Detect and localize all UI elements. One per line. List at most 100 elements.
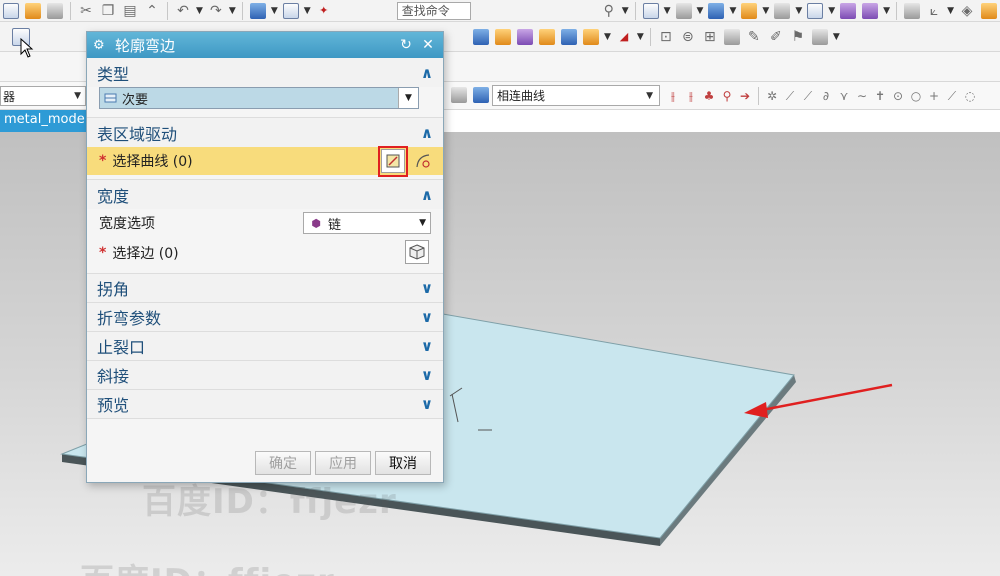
select-edge-button[interactable] xyxy=(405,240,429,264)
shaded-dropdown-icon[interactable]: ▼ xyxy=(729,6,736,16)
section-bend-params-header[interactable]: 折弯参数 ∨ xyxy=(87,303,443,331)
snap-intersection-icon[interactable]: ⋎ xyxy=(837,88,851,104)
snap-arc-icon[interactable]: ◌ xyxy=(963,88,977,104)
follow-fillet-icon[interactable]: ⫲ xyxy=(684,88,698,104)
snap-curve-icon[interactable]: ∼ xyxy=(855,88,869,104)
render-dropdown-icon[interactable]: ▼ xyxy=(697,6,704,16)
help-icon[interactable] xyxy=(981,2,997,19)
assembly-icon[interactable] xyxy=(904,2,921,19)
shaded-icon[interactable] xyxy=(708,2,725,19)
measure-dropdown-icon[interactable]: ▼ xyxy=(947,6,954,16)
hide-icon[interactable] xyxy=(774,2,791,19)
window-dropdown-icon[interactable]: ▼ xyxy=(304,6,311,16)
hide-dropdown-icon[interactable]: ▼ xyxy=(795,6,802,16)
apply-button[interactable]: 应用 xyxy=(315,451,371,475)
view-icon[interactable] xyxy=(642,2,659,19)
bead-icon[interactable]: ✎ xyxy=(746,29,762,45)
section-surface-region-drive-header[interactable]: 表区域驱动 ∧ xyxy=(87,118,443,147)
section-type-header[interactable]: 类型 ∧ xyxy=(87,58,443,87)
snap-endpoint-icon[interactable]: ⟋ xyxy=(783,88,797,104)
jog-icon[interactable] xyxy=(561,28,577,45)
drawn-cutout-icon[interactable]: ✐ xyxy=(768,29,784,45)
repeat-command-icon[interactable] xyxy=(249,2,266,19)
snap-quadrant-icon[interactable]: ✝ xyxy=(873,88,887,104)
type-filter-select[interactable]: 器 ▼ xyxy=(0,86,86,106)
snap-line-icon[interactable]: ⟋ xyxy=(945,88,959,104)
repeat-dropdown-icon[interactable]: ▼ xyxy=(271,6,278,16)
rebend-icon[interactable]: ⊞ xyxy=(702,29,718,45)
lofted-flange-icon[interactable] xyxy=(517,28,533,45)
section-relief-header[interactable]: 止裂口 ∨ xyxy=(87,332,443,360)
open-folder-icon[interactable] xyxy=(25,2,41,19)
search-icon[interactable]: ⚲ xyxy=(601,3,617,19)
view-dropdown-icon[interactable]: ▼ xyxy=(664,6,671,16)
feature-group-icon[interactable]: ♣ xyxy=(702,88,716,104)
layer-dropdown-icon[interactable]: ▼ xyxy=(762,6,769,16)
louver-icon[interactable]: ⚑ xyxy=(790,29,806,45)
section-preview-header[interactable]: 预览 ∨ xyxy=(87,390,443,418)
unbend-icon[interactable]: ⊜ xyxy=(680,29,696,45)
cut-icon[interactable]: ✂ xyxy=(78,3,94,19)
section-dropdown-icon[interactable]: ▼ xyxy=(883,6,890,16)
gear-icon[interactable]: ⚙ xyxy=(93,38,109,53)
ok-button[interactable]: 确定 xyxy=(255,451,311,475)
width-option-select[interactable]: ⬢ 链 ▼ xyxy=(303,212,431,234)
copy-icon[interactable]: ❐ xyxy=(100,3,116,19)
dialog-title-bar[interactable]: ⚙ 轮廓弯边 ↻ ✕ xyxy=(87,32,443,58)
frame-icon[interactable] xyxy=(807,2,824,19)
gusset-icon[interactable] xyxy=(811,28,828,45)
snap-center-icon[interactable]: ⊙ xyxy=(891,88,905,104)
feature-curve-icon[interactable] xyxy=(451,87,467,103)
cancel-button[interactable]: 取消 xyxy=(375,451,431,475)
snap-midpoint-icon[interactable]: ⟋ xyxy=(801,88,815,104)
tab-dropdown-icon[interactable]: ▼ xyxy=(604,32,611,42)
snap-point-icon[interactable]: + xyxy=(927,88,941,104)
section-miter-header[interactable]: 斜接 ∨ xyxy=(87,361,443,389)
snap-control-icon[interactable]: ∂ xyxy=(819,88,833,104)
new-file-icon[interactable] xyxy=(3,2,19,19)
redo-icon[interactable]: ↷ xyxy=(208,3,224,19)
select-curve-button[interactable] xyxy=(411,149,435,173)
reset-icon[interactable]: ↻ xyxy=(397,37,415,53)
snap-existing-icon[interactable]: ✲ xyxy=(765,88,779,104)
stop-at-intersection-icon[interactable]: ⫲ xyxy=(666,88,680,104)
section-width-header[interactable]: 宽度 ∧ xyxy=(87,180,443,209)
close-icon[interactable]: ✕ xyxy=(419,37,437,53)
cut-out-icon[interactable] xyxy=(723,28,740,45)
analysis-icon[interactable] xyxy=(840,2,857,19)
caret-up-icon[interactable]: ⌃ xyxy=(144,3,160,19)
window-icon[interactable] xyxy=(282,2,299,19)
frame-dropdown-icon[interactable]: ▼ xyxy=(828,6,835,16)
select-curve-row[interactable]: * 选择曲线 (0) xyxy=(87,146,443,177)
section-corner-header[interactable]: 拐角 ∨ xyxy=(87,274,443,302)
tab-icon[interactable] xyxy=(583,28,599,45)
search-dropdown-icon[interactable]: ▼ xyxy=(622,6,629,16)
curve-rule-select[interactable]: 相连曲线 ▼ xyxy=(492,85,660,106)
flat-pattern-icon[interactable]: ⊡ xyxy=(658,29,674,45)
hem-icon[interactable] xyxy=(539,28,555,45)
contour-flange-icon[interactable] xyxy=(495,28,511,45)
redo-dropdown-icon[interactable]: ▼ xyxy=(229,6,236,16)
arrow-right-icon[interactable]: ➔ xyxy=(738,88,752,104)
snap-circle-icon[interactable]: ○ xyxy=(909,88,923,104)
flange-icon[interactable] xyxy=(473,28,489,45)
save-icon[interactable] xyxy=(47,2,63,19)
face-filter-icon[interactable] xyxy=(473,87,489,103)
touch-mode-icon[interactable]: ✦ xyxy=(316,3,332,19)
type-select[interactable]: 次要 ▼ xyxy=(99,87,419,109)
diamond-icon[interactable]: ◈ xyxy=(959,3,975,19)
select-edge-row[interactable]: * 选择边 (0) xyxy=(99,237,437,269)
undo-icon[interactable]: ↶ xyxy=(175,3,191,19)
render-style-icon[interactable] xyxy=(675,2,692,19)
document-tab[interactable]: metal_mode xyxy=(0,110,90,132)
paste-icon[interactable]: ▤ xyxy=(122,3,138,19)
corner-icon[interactable]: ◢ xyxy=(616,29,632,45)
measure-icon[interactable]: ⟀ xyxy=(926,3,942,19)
section-icon[interactable] xyxy=(862,2,879,19)
path-icon[interactable]: ⚲ xyxy=(720,88,734,104)
corner-dropdown-icon[interactable]: ▼ xyxy=(637,32,644,42)
undo-dropdown-icon[interactable]: ▼ xyxy=(196,6,203,16)
command-search-input[interactable]: 查找命令 xyxy=(396,1,471,20)
gusset-dropdown-icon[interactable]: ▼ xyxy=(833,32,840,42)
layer-icon[interactable] xyxy=(741,2,758,19)
